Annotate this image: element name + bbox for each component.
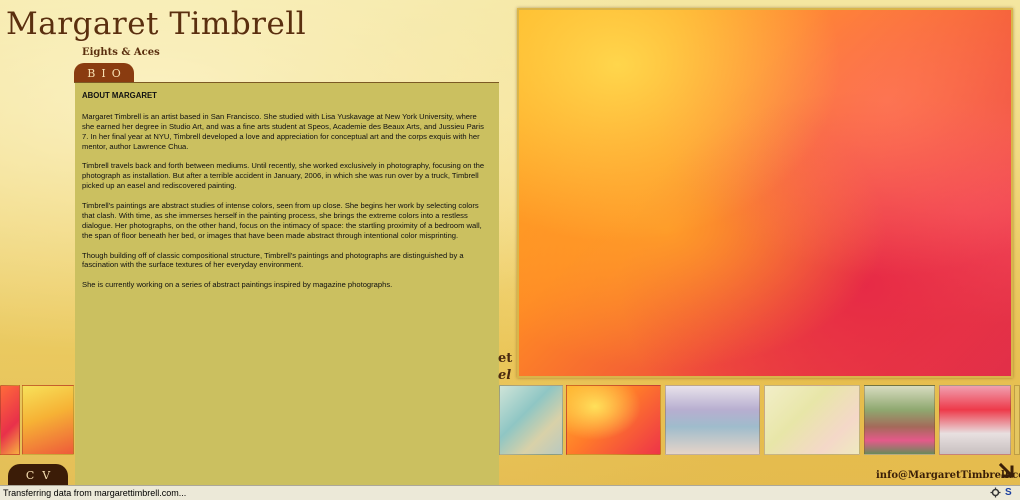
s-logo-icon: S xyxy=(1005,487,1012,498)
bio-heading: ABOUT MARGARET xyxy=(82,91,157,100)
gear-icon xyxy=(990,487,1001,498)
painting-thumbnail[interactable] xyxy=(939,385,1011,455)
arrow-down-right-icon[interactable] xyxy=(998,462,1016,484)
bio-paragraph: Margaret Timbrell is an artist based in … xyxy=(82,111,484,151)
partially-hidden-text: et el xyxy=(498,350,512,384)
tab-bio[interactable]: BIO xyxy=(74,63,134,83)
bio-paragraph: Timbrell's paintings are abstract studie… xyxy=(82,201,482,240)
site-subtitle: Eights & Aces xyxy=(82,47,160,58)
painting-thumbnail[interactable] xyxy=(499,385,563,455)
painting-thumbnail[interactable] xyxy=(864,385,935,455)
bio-paragraph: She is currently working on a series of … xyxy=(82,280,393,290)
painting-thumbnail[interactable] xyxy=(665,385,760,455)
painting-thumbnail[interactable] xyxy=(0,385,20,455)
painting-thumbnail[interactable] xyxy=(1014,385,1020,455)
hidden-text-line: et xyxy=(498,351,513,366)
hidden-text-line: el xyxy=(498,368,512,383)
browser-status-bar: Transferring data from margarettimbrell.… xyxy=(0,485,1020,500)
site-title: Margaret Timbrell xyxy=(6,6,307,42)
status-text: Transferring data from margarettimbrell.… xyxy=(3,488,187,498)
bio-paragraph: Though building off of classic compositi… xyxy=(82,250,464,270)
bio-paragraph: Timbrell travels back and forth between … xyxy=(82,161,485,191)
featured-painting xyxy=(517,8,1013,378)
painting-thumbnail[interactable] xyxy=(764,385,860,455)
painting-thumbnail[interactable] xyxy=(566,385,661,455)
bio-panel: ABOUT MARGARET Margaret Timbrell is an a… xyxy=(75,83,499,490)
painting-thumbnail[interactable] xyxy=(22,385,74,455)
